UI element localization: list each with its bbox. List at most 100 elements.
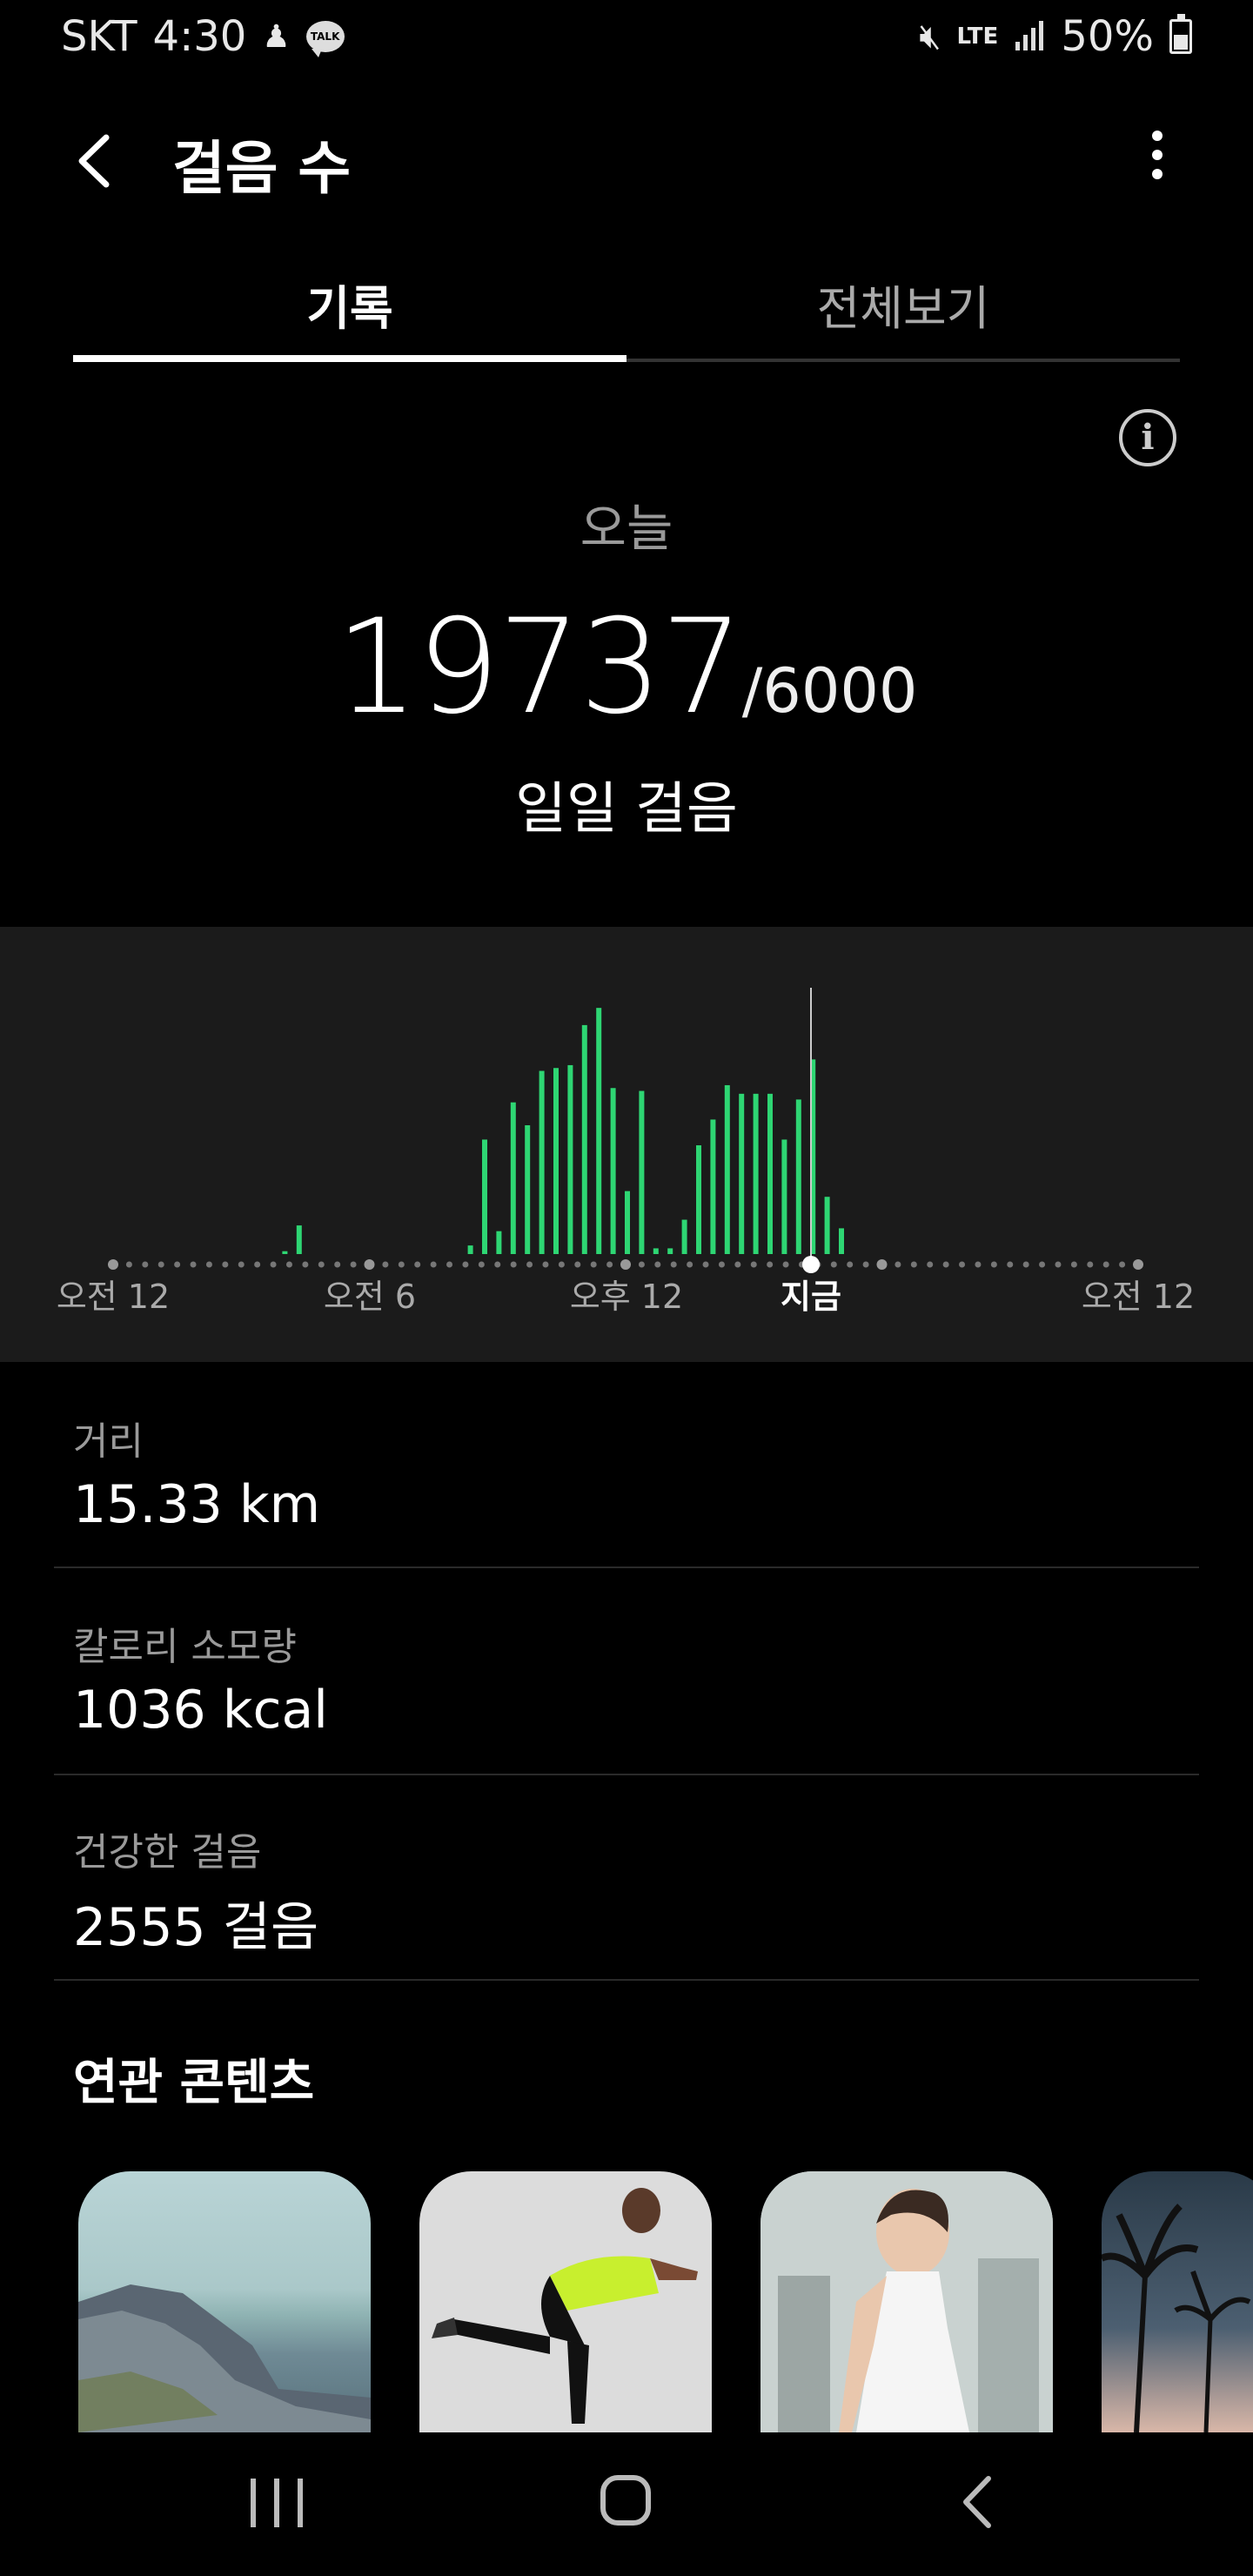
axis-dot [446, 1261, 453, 1268]
chart-bar [824, 1197, 830, 1254]
axis-dot [670, 1261, 677, 1268]
axis-dot [767, 1261, 774, 1268]
divider [54, 1566, 1199, 1568]
axis-dot [254, 1261, 261, 1268]
axis-dot [478, 1261, 485, 1268]
axis-dot [590, 1261, 597, 1268]
axis-dot [142, 1261, 149, 1268]
chart-bar [739, 1093, 745, 1254]
axis-dot [462, 1261, 469, 1268]
chart-bar [525, 1125, 531, 1254]
stat-calories-value: 1036 kcal [73, 1680, 328, 1741]
axis-dot [990, 1261, 997, 1268]
chart-bar [496, 1231, 502, 1254]
axis-major-dot [876, 1259, 888, 1270]
axis-dot [782, 1261, 789, 1268]
axis-dot [750, 1261, 757, 1268]
axis-dot [125, 1261, 132, 1268]
axis-dot [927, 1261, 934, 1268]
rocky-coast-image[interactable] [78, 2171, 371, 2432]
recent-apps-icon[interactable] [251, 2479, 303, 2527]
divider [54, 1774, 1199, 1775]
axis-dot [285, 1261, 292, 1268]
now-marker-dot [802, 1256, 820, 1273]
axis-dot [1039, 1261, 1046, 1268]
tab-active-indicator [73, 355, 626, 362]
stat-calories-label: 칼로리 소모량 [73, 1625, 297, 1669]
signal-icon [1014, 12, 1045, 61]
axis-dot [318, 1261, 325, 1268]
back-arrow-icon[interactable] [70, 131, 122, 191]
axis-major-dot [1133, 1259, 1143, 1270]
axis-dot [959, 1261, 966, 1268]
stat-distance: 거리 15.33 km [73, 1410, 1196, 1535]
axis-dot [606, 1261, 613, 1268]
chart-bar [795, 1099, 801, 1254]
axis-dot [718, 1261, 725, 1268]
time-label: 4:30 [152, 12, 247, 61]
axis-dot [190, 1261, 197, 1268]
battery-icon [1169, 14, 1192, 54]
step-goal: /6000 [741, 655, 918, 727]
axis-dot [910, 1261, 917, 1268]
workout-woman-image[interactable] [419, 2171, 712, 2432]
step-count-value: 19737 [335, 592, 744, 743]
more-vertical-icon[interactable] [1131, 131, 1183, 191]
chart-tick-label: 지금 [781, 1278, 841, 1316]
stat-distance-label: 거리 [73, 1419, 144, 1464]
page-title: 걸음 수 [172, 135, 352, 202]
axis-dot [1087, 1261, 1094, 1268]
axis-dot [638, 1261, 645, 1268]
axis-major-dot [364, 1259, 375, 1270]
chart-bar [510, 1102, 516, 1254]
chart-bar [596, 1008, 602, 1254]
axis-dot [205, 1261, 212, 1268]
axis-dot [975, 1261, 982, 1268]
axis-dot [414, 1261, 421, 1268]
chart-bar [482, 1139, 487, 1254]
stat-distance-value: 15.33 km [73, 1474, 321, 1535]
status-left: SKT 4:30 ♟ TALK [61, 12, 345, 61]
axis-dot [558, 1261, 565, 1268]
status-right: 🔇︎ LTE 50% [919, 12, 1192, 61]
chart-bar [282, 1251, 288, 1254]
steps-chart[interactable]: 오전 12 오전 6 오후 12 지금 오전 12 [0, 927, 1253, 1362]
chart-bar [639, 1090, 645, 1254]
axis-dot [654, 1261, 661, 1268]
mute-icon: 🔇︎ [919, 17, 941, 57]
axis-dot [334, 1261, 341, 1268]
axis-dot [270, 1261, 277, 1268]
axis-dot [1007, 1261, 1014, 1268]
chart-bar [710, 1119, 716, 1254]
divider [54, 1979, 1199, 1981]
axis-dot [1102, 1261, 1109, 1268]
tab-view-all[interactable]: 전체보기 [626, 270, 1180, 339]
chart-bar [781, 1139, 787, 1254]
palm-trees-image[interactable] [1102, 2171, 1253, 2432]
axis-dot [847, 1261, 854, 1268]
chart-tick-label: 오전 12 [57, 1278, 170, 1316]
stat-healthy-steps: 건강한 걸음 2555 걸음 [73, 1821, 1196, 1961]
axis-dot [702, 1261, 709, 1268]
chart-tick-label: 오전 12 [1082, 1278, 1195, 1316]
tab-record[interactable]: 기록 [73, 270, 626, 339]
status-bar: SKT 4:30 ♟ TALK 🔇︎ LTE 50% [0, 0, 1253, 80]
axis-dot [382, 1261, 389, 1268]
axis-major-dot [620, 1259, 631, 1270]
axis-dot [302, 1261, 309, 1268]
chart-bar [839, 1228, 844, 1254]
fitness-woman-image[interactable] [761, 2171, 1053, 2432]
axis-dot [1070, 1261, 1077, 1268]
axis-dot [542, 1261, 549, 1268]
steps-chart-svg: 오전 12 오전 6 오후 12 지금 오전 12 [57, 988, 1195, 1316]
home-icon[interactable] [600, 2475, 651, 2526]
axis-dot [222, 1261, 229, 1268]
nav-back-icon[interactable] [955, 2472, 999, 2532]
stat-calories: 칼로리 소모량 1036 kcal [73, 1615, 1196, 1741]
info-icon[interactable]: i [1119, 409, 1176, 466]
axis-dot [1022, 1261, 1029, 1268]
axis-dot [494, 1261, 501, 1268]
axis-dot [895, 1261, 901, 1268]
chart-bar [539, 1070, 545, 1254]
chart-bar [610, 1088, 616, 1254]
